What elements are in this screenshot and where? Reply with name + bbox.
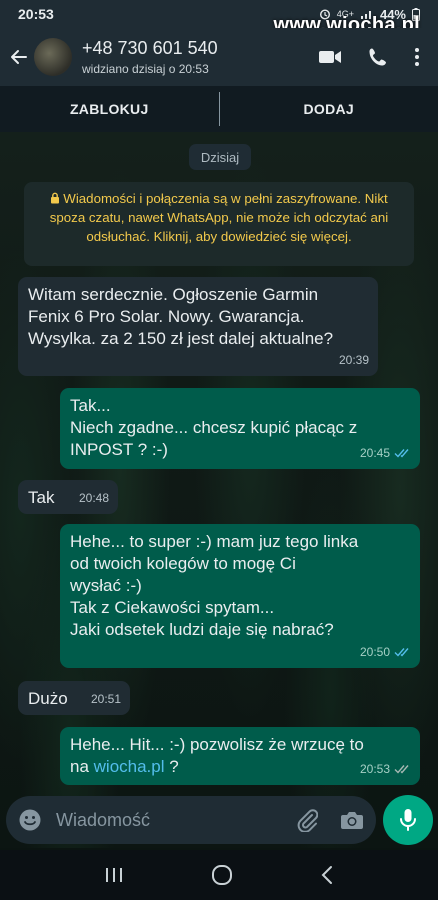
message-meta: 20:39	[339, 349, 369, 371]
more-vert-icon[interactable]	[414, 47, 420, 67]
message-composer: Wiadomość	[6, 796, 376, 844]
message-incoming[interactable]: Dużo 20:51	[18, 681, 130, 715]
message-incoming[interactable]: Witam serdecznie. Ogłoszenie Garmin Feni…	[18, 277, 378, 376]
chat-header: +48 730 601 540 widziano dzisiaj o 20:53	[0, 28, 438, 86]
emoji-icon[interactable]	[18, 808, 42, 832]
header-actions	[318, 47, 420, 67]
system-nav-bar	[0, 850, 438, 900]
read-ticks-icon	[394, 449, 409, 458]
read-ticks-icon	[394, 648, 409, 657]
back-arrow-icon[interactable]	[4, 47, 34, 67]
attach-icon[interactable]	[296, 808, 318, 832]
message-time: 20:39	[338, 353, 369, 367]
status-time: 20:53	[18, 6, 54, 22]
contact-name: +48 730 601 540	[82, 38, 218, 58]
unknown-contact-actions: ZABLOKUJ DODAJ	[0, 86, 438, 132]
message-meta: 20:53	[360, 758, 411, 780]
message-text: Witam serdecznie. Ogłoszenie Garmin Feni…	[28, 285, 334, 348]
video-call-icon[interactable]	[318, 48, 342, 66]
message-link[interactable]: wiocha.pl	[94, 757, 165, 776]
composer-icons	[296, 808, 364, 832]
delivered-ticks-icon	[394, 765, 409, 774]
message-meta: 20:45	[360, 442, 411, 464]
message-time: 20:48	[78, 491, 109, 505]
message-meta: 20:50	[360, 641, 411, 663]
message-time: 20:50	[359, 645, 390, 659]
back-nav-icon[interactable]	[320, 865, 334, 885]
message-outgoing[interactable]: Hehe... Hit... :-) pozwolisz że wrzucę t…	[60, 727, 420, 785]
message-outgoing[interactable]: Hehe... to super :-) mam juz tego linka …	[60, 524, 420, 668]
message-time: 20:51	[90, 692, 121, 706]
message-time: 20:53	[359, 762, 390, 776]
last-seen: widziano dzisiaj o 20:53	[82, 62, 209, 76]
message-meta: 20:48	[79, 487, 109, 509]
home-icon[interactable]	[211, 864, 233, 886]
avatar[interactable]	[34, 38, 72, 76]
date-chip: Dzisiaj	[189, 144, 251, 170]
message-time: 20:45	[359, 446, 390, 460]
message-text-part: ?	[164, 757, 179, 776]
camera-icon[interactable]	[340, 810, 364, 830]
message-meta: 20:51	[91, 688, 121, 710]
lock-icon	[51, 192, 60, 204]
encryption-notice[interactable]: Wiadomości i połączenia są w pełni zaszy…	[24, 182, 414, 266]
voice-message-button[interactable]	[383, 795, 433, 845]
encryption-text: Wiadomości i połączenia są w pełni zaszy…	[49, 191, 389, 244]
microphone-icon	[400, 809, 416, 831]
recent-apps-icon[interactable]	[104, 866, 124, 884]
message-outgoing[interactable]: Tak... Niech zgadne... chcesz kupić płac…	[60, 388, 420, 469]
contact-info[interactable]: +48 730 601 540 widziano dzisiaj o 20:53	[82, 38, 218, 76]
message-input[interactable]: Wiadomość	[56, 810, 150, 831]
message-text: Hehe... to super :-) mam juz tego linka …	[70, 532, 359, 639]
block-button[interactable]: ZABLOKUJ	[0, 101, 219, 117]
phone-icon[interactable]	[368, 47, 388, 67]
message-incoming[interactable]: Tak 20:48	[18, 480, 118, 514]
add-contact-button[interactable]: DODAJ	[220, 101, 438, 117]
